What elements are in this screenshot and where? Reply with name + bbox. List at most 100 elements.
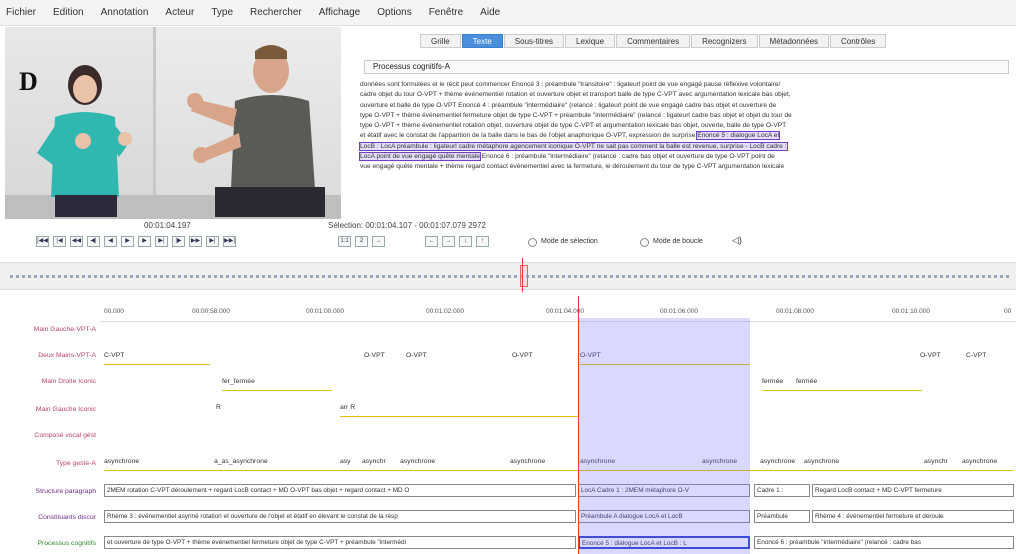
play-selection-icon[interactable]: ▶ [121,236,134,247]
tab-metadonnees[interactable]: Métadonnées [758,34,830,48]
annotation-box[interactable]: Cadre 1 : [754,484,810,497]
step-back-frame-icon[interactable]: ◀| [87,236,100,247]
menu-fenetre[interactable]: Fenêtre [429,7,463,18]
speaker-volume-icon[interactable]: ◁) [732,235,742,246]
tier-label[interactable]: Processus cognitifs [4,540,96,547]
menu-options[interactable]: Options [377,7,411,18]
time-ruler[interactable]: 00.000 00:00:58.000 00:01:00.000 00:01:0… [100,292,1016,322]
menu-annotation[interactable]: Annotation [101,7,149,18]
text-line: vue engagé quête mentale + thème regard … [360,163,785,171]
annotation[interactable]: R [216,404,221,411]
annotation-box[interactable]: 2MEM rotation C-VPT déroulement + regard… [104,484,576,497]
tab-recognizers[interactable]: Recognizers [691,34,758,48]
tab-texte[interactable]: Texte [461,34,503,48]
annotation[interactable]: asynchrone [804,458,839,465]
text-fragment: et étatif avec le constat de l'apparitio… [360,132,696,140]
annotation[interactable]: asy [340,458,351,465]
menu-fichier[interactable]: Fichier [6,7,36,18]
highlighted-annotation[interactable]: LocA point de vue engagé quête mentale [359,152,481,162]
step-forward-second-icon[interactable]: ▶▶ [189,236,202,247]
mode-selection-radio[interactable] [528,238,537,247]
text-line: données sont formulées et le récit peut … [360,81,781,88]
annotation[interactable]: C-VPT [104,352,124,359]
annotation[interactable]: O-VPT [406,352,427,359]
text-viewer[interactable]: données sont formulées et le récit peut … [358,80,1013,210]
annotation[interactable]: asynchrone [510,458,545,465]
video-viewer[interactable]: D [5,27,341,219]
next-scroll-icon[interactable]: ▶| [206,236,219,247]
current-time: 00:01:04.197 [144,221,191,230]
arrow-left-icon[interactable]: ← [425,236,438,247]
mode-loop-radio[interactable] [640,238,649,247]
previous-scroll-icon[interactable]: |◀ [53,236,66,247]
annotation[interactable]: asynchr [362,458,386,465]
tab-sous-titres[interactable]: Sous-titres [503,34,565,48]
timeline-viewer[interactable]: 00.000 00:00:58.000 00:01:00.000 00:01:0… [0,292,1016,554]
step-forward-frame-icon[interactable]: |▶ [172,236,185,247]
annotation[interactable]: O-VPT [512,352,533,359]
selection-region[interactable] [578,318,750,554]
annotation-box[interactable]: Enoncé 6 : préambule "intermédiaire" (re… [754,536,1014,549]
menu-rechercher[interactable]: Rechercher [250,7,302,18]
ruler-tick: 00.000 [104,308,124,315]
annotation[interactable]: asynchrone [400,458,435,465]
arrow-right-icon[interactable]: → [442,236,455,247]
annotation[interactable]: fermée [796,378,817,385]
menu-acteur[interactable]: Acteur [165,7,194,18]
go-to-begin-icon[interactable]: |◀◀ [36,236,49,247]
annotation[interactable]: asynchrone [760,458,795,465]
mode-selection-label: Mode de sélection [541,238,598,245]
step-forward-icon[interactable]: ▶| [155,236,168,247]
annotation-span [762,390,922,391]
annotation-box[interactable]: Préambule [754,510,810,523]
annotation[interactable]: a_as_asynchrone [214,458,268,465]
annotation-box[interactable]: Rhème 4 : événementiel fermeture et déro… [812,510,1014,523]
annotation[interactable]: fermée [762,378,783,385]
tab-grille[interactable]: Grille [420,34,461,48]
annotation[interactable]: fer_fermée [222,378,255,385]
selection-arrow-icon[interactable]: → [372,236,385,247]
tab-lexique[interactable]: Lexique [565,34,616,48]
annotation-span [104,364,210,365]
annotation[interactable]: asynchrone [104,458,139,465]
go-to-end-icon[interactable]: ▶▶| [223,236,236,247]
tier-label[interactable]: Type geste-A [4,460,96,467]
menu-aide[interactable]: Aide [480,7,500,18]
tier-label[interactable]: Main Droite Iconic [4,378,96,385]
tier-selector[interactable]: Processus cognitifs-A [364,60,1009,74]
tier-label[interactable]: Main Gauche-VPT-A [4,326,96,333]
annotation[interactable]: asynchr [924,458,948,465]
annotation[interactable]: asynchrone [962,458,997,465]
zoom-1-button[interactable]: 1:1 [338,236,351,247]
highlighted-annotation[interactable]: Enoncé 5 : dialogue LocA et [696,131,781,141]
arrow-down-icon[interactable]: ↓ [459,236,472,247]
step-back-second-icon[interactable]: ◀◀ [70,236,83,247]
annotation[interactable]: O-VPT [920,352,941,359]
zoom-2-button[interactable]: 2 [355,236,368,247]
highlighted-annotation[interactable]: LocB : LocA préambule : ligateurl cadre … [359,141,788,151]
tier-label[interactable]: Main Gauche Iconic [4,406,96,413]
arrow-up-icon[interactable]: ↑ [476,236,489,247]
ruler-tick: 00:00:58.000 [192,308,230,315]
annotation-box[interactable]: Regard LocB contact + MD C-VPT fermeture [812,484,1014,497]
text-line: type O-VPT + thème événementiel rotation… [360,122,787,130]
step-back-icon[interactable]: ◀ [104,236,117,247]
tab-controles[interactable]: Contrôles [830,34,887,48]
menu-affichage[interactable]: Affichage [319,7,361,18]
menu-edition[interactable]: Edition [53,7,84,18]
text-fragment: Enoncé 6 : préambule "intermédiaire" (re… [481,153,775,161]
tier-label[interactable]: Composé vocal gèst [4,432,96,439]
menu-type[interactable]: Type [211,7,233,18]
annotation[interactable]: C-VPT [966,352,986,359]
play-icon[interactable]: ▶ [138,236,151,247]
annotation-box[interactable]: Rhème 3 : événementiel asyriné rotation … [104,510,576,523]
tier-label[interactable]: Structure paragraph [4,488,96,495]
playhead-cursor[interactable] [578,296,579,554]
annotation[interactable]: arr R [340,404,355,411]
tab-commentaires[interactable]: Commentaires [616,34,691,48]
annotation-box[interactable]: et ouverture de type O-VPT + thème événe… [104,536,576,549]
annotation[interactable]: O-VPT [364,352,385,359]
tier-label[interactable]: Deux Mains-VPT-A [4,352,96,359]
tier-label[interactable]: Constituants discur [4,514,96,521]
timeline-overview[interactable] [0,262,1016,290]
